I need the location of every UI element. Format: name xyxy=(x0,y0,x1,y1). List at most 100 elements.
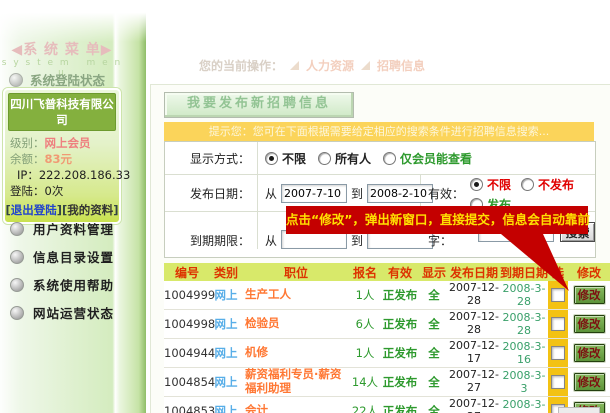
modify-tip-callout: 点击“修改”，弹出新窗口，直接提交，信息会自动靠前 xyxy=(286,206,588,234)
job-publish-date: 2007-12-27 xyxy=(448,368,500,395)
login-count-label: 登陆： xyxy=(10,184,45,198)
breadcrumb-prefix: 您的当前操作： xyxy=(199,57,283,74)
sidebar-item-site-status[interactable]: 网站运营状态 xyxy=(10,303,114,322)
logout-link[interactable]: 退出登陆 xyxy=(11,203,57,217)
job-position-link[interactable]: 薪资福利专员·薪资福利助理 xyxy=(242,368,350,396)
table-row: 1004853 网上 会计 22人 正发布 全 2007-12-27 2008-… xyxy=(164,397,610,413)
col-header-position: 职位 xyxy=(242,264,350,281)
job-applicants: 14人 xyxy=(350,373,380,391)
to-label: 到 xyxy=(351,232,363,249)
level-row: 级别：网上会员 xyxy=(5,135,119,151)
job-select-cell xyxy=(548,310,568,338)
job-valid-status: 正发布 xyxy=(380,344,420,362)
balance-label: 余额： xyxy=(10,152,45,166)
publish-from-input[interactable] xyxy=(281,184,347,203)
login-status-label: 系统登陆状态 xyxy=(30,70,105,89)
job-modify-cell: 修改 xyxy=(568,315,610,333)
modify-button[interactable]: 修改 xyxy=(574,315,605,333)
col-header-modify: 修改 xyxy=(568,264,610,281)
job-select-cell xyxy=(548,368,568,396)
job-valid-status: 正发布 xyxy=(380,286,420,304)
jobs-table: 编号 类别 职位 报名 有效 显示 发布日期 到期日期 选 修改 1004999… xyxy=(164,263,610,413)
sidebar-item-help[interactable]: 系统使用帮助 xyxy=(10,275,114,294)
ip-label: IP： xyxy=(17,168,39,182)
radio-valid-unlimited[interactable]: 不限 xyxy=(470,176,511,193)
main-panel: 我要发布新招聘信息 提示您：您可在下面根据需要给定相应的搜索条件进行招聘信息搜索… xyxy=(150,84,610,413)
modify-button[interactable]: 修改 xyxy=(574,286,605,304)
col-header-expire-date: 到期日期 xyxy=(500,264,548,281)
job-publish-date: 2007-12-28 xyxy=(448,310,500,337)
job-expire-date: 2008-3-16 xyxy=(500,339,548,367)
menu-bullet-icon xyxy=(10,306,24,320)
job-applicants: 22人 xyxy=(350,402,380,413)
bracket: ] xyxy=(113,203,118,217)
job-category: 网上 xyxy=(210,286,242,304)
job-id: 1004998 xyxy=(164,316,210,332)
job-position-link[interactable]: 生产工人 xyxy=(242,288,350,302)
sidebar-item-label: 用户资料管理 xyxy=(33,219,114,238)
table-body: 1004999 网上 生产工人 1人 正发布 全 2007-12-28 2008… xyxy=(164,281,610,413)
job-applicants: 1人 xyxy=(350,286,380,304)
modify-button[interactable]: 修改 xyxy=(574,373,605,391)
company-name: 四川飞普科技有限公司 xyxy=(8,93,116,131)
job-category: 网上 xyxy=(210,344,242,362)
job-category: 网上 xyxy=(210,402,242,413)
job-publish-date: 2007-12-27 xyxy=(448,397,500,413)
job-applicants: 1人 xyxy=(350,344,380,362)
search-form: 显示方式： 不限 所有人 仅会员能查看 xyxy=(164,141,596,258)
job-category: 网上 xyxy=(210,373,242,391)
valid-label: 有效： xyxy=(428,185,464,202)
breadcrumb-link-hr[interactable]: 人力资源 xyxy=(306,57,354,74)
job-display-scope: 全 xyxy=(420,344,448,362)
sidebar-item-label: 信息目录设置 xyxy=(33,247,114,266)
radio-display-everyone[interactable]: 所有人 xyxy=(318,150,371,167)
sidebar-item-label: 系统使用帮助 xyxy=(33,275,114,294)
job-select-checkbox[interactable] xyxy=(551,346,565,360)
job-select-checkbox[interactable] xyxy=(551,317,565,331)
login-count-value: 0次 xyxy=(45,184,64,198)
col-header-select: 选 xyxy=(548,264,568,281)
job-id: 1004999 xyxy=(164,287,210,303)
ip-row: IP：222.208.186.33 xyxy=(5,167,119,183)
col-header-display: 显示 xyxy=(420,264,448,281)
my-profile-link[interactable]: 我的资料 xyxy=(67,203,113,217)
job-valid-status: 正发布 xyxy=(380,402,420,413)
job-modify-cell: 修改 xyxy=(568,344,610,362)
pagination-fragment xyxy=(558,407,600,413)
job-display-scope: 全 xyxy=(420,315,448,333)
job-select-checkbox[interactable] xyxy=(551,375,565,389)
radio-valid-unpublished[interactable]: 不发布 xyxy=(521,176,574,193)
expire-date-label: 到期期限： xyxy=(165,212,258,249)
job-expire-date: 2008-3-3 xyxy=(500,368,548,396)
display-mode-row: 显示方式： 不限 所有人 仅会员能查看 xyxy=(165,142,595,175)
job-position-link[interactable]: 会计 xyxy=(242,404,350,413)
col-header-number: 编号 xyxy=(164,264,210,281)
breadcrumb-link-recruit[interactable]: 招聘信息 xyxy=(377,57,425,74)
job-id: 1004853 xyxy=(164,403,210,413)
col-header-category: 类别 xyxy=(210,264,242,281)
breadcrumb-arrow-icon xyxy=(290,61,299,70)
breadcrumb: 您的当前操作： 人力资源 招聘信息 xyxy=(199,57,425,74)
job-display-scope: 全 xyxy=(420,373,448,391)
radio-display-members-only[interactable]: 仅会员能查看 xyxy=(383,150,472,167)
table-row: 1004999 网上 生产工人 1人 正发布 全 2007-12-28 2008… xyxy=(164,281,610,310)
sidebar-item-info-directory[interactable]: 信息目录设置 xyxy=(10,247,114,266)
sidebar-item-user-data[interactable]: 用户资料管理 xyxy=(10,219,114,238)
job-publish-date: 2007-12-28 xyxy=(448,281,500,308)
job-position-link[interactable]: 检验员 xyxy=(242,317,350,331)
job-position-link[interactable]: 机修 xyxy=(242,346,350,360)
job-select-checkbox[interactable] xyxy=(551,288,565,302)
modify-button[interactable]: 修改 xyxy=(574,344,605,362)
job-id: 1004854 xyxy=(164,374,210,390)
login-status-panel: 四川飞普科技有限公司 级别：网上会员 余额：83元 IP：222.208.186… xyxy=(3,88,121,224)
radio-display-unlimited[interactable]: 不限 xyxy=(265,150,306,167)
col-header-valid: 有效 xyxy=(380,264,420,281)
job-display-scope: 全 xyxy=(420,286,448,304)
sidebar: ◀系 统 菜 单▶ s y s t e m m e n u 系统登陆状态 四川飞… xyxy=(0,0,146,413)
hint-bar: 提示您：您可在下面根据需要给定相应的搜索条件进行招聘信息搜索... xyxy=(164,122,594,141)
publish-new-job-button[interactable]: 我要发布新招聘信息 xyxy=(164,92,354,118)
job-modify-cell: 修改 xyxy=(568,286,610,304)
job-expire-date: 2008-3-3 xyxy=(500,397,548,413)
job-select-cell xyxy=(548,281,568,309)
level-value: 网上会员 xyxy=(45,136,91,150)
